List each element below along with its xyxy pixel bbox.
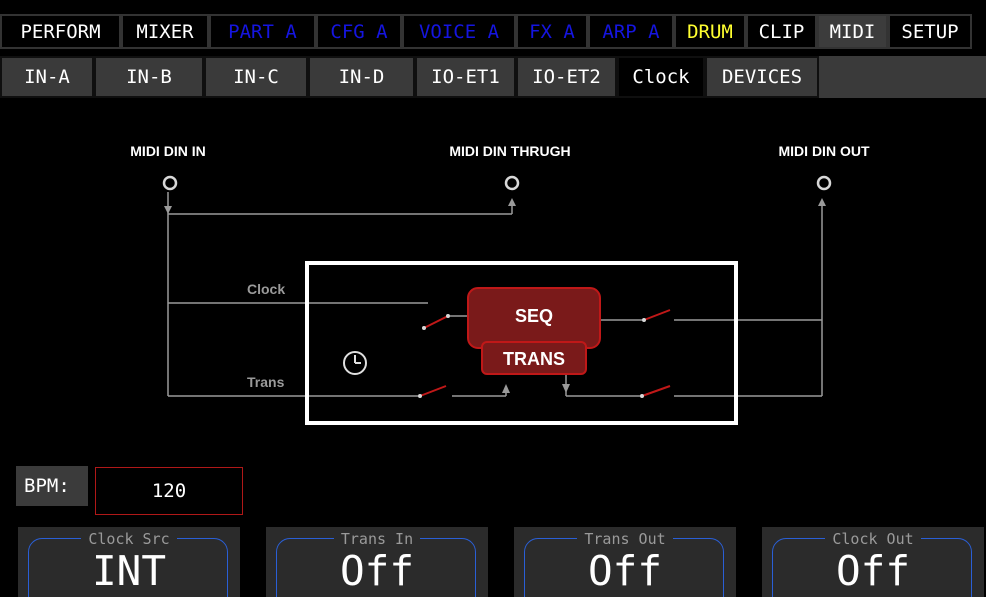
- sub-tab-bar-filler: [819, 56, 986, 98]
- tab-clock[interactable]: Clock: [617, 56, 705, 98]
- trans-path-label: Trans: [247, 374, 285, 390]
- tab-drum[interactable]: DRUM: [674, 14, 746, 49]
- midi-din-through-label: MIDI DIN THRUGH: [449, 143, 570, 159]
- tab-clip[interactable]: CLIP: [746, 14, 817, 49]
- tab-voice-a[interactable]: VOICE A: [402, 14, 516, 49]
- tab-fx-a[interactable]: FX A: [516, 14, 588, 49]
- tab-cfg-a[interactable]: CFG A: [316, 14, 402, 49]
- tab-in-d[interactable]: IN-D: [308, 56, 415, 98]
- midi-din-out-label: MIDI DIN OUT: [779, 143, 870, 159]
- clock-out-knob[interactable]: Clock Out Off: [762, 527, 984, 597]
- clock-src-knob[interactable]: Clock Src INT: [18, 527, 240, 597]
- tab-devices[interactable]: DEVICES: [705, 56, 819, 98]
- midi-routing-diagram: MIDI DIN IN MIDI DIN THRUGH MIDI DIN OUT: [130, 143, 870, 425]
- trans-out-knob[interactable]: Trans Out Off: [514, 527, 736, 597]
- bpm-field[interactable]: 120: [95, 467, 243, 515]
- midi-out-port-icon: [816, 175, 832, 191]
- bpm-label: BPM:: [16, 466, 88, 506]
- tab-in-c[interactable]: IN-C: [204, 56, 308, 98]
- tab-mixer[interactable]: MIXER: [121, 14, 209, 49]
- knob-value: Off: [339, 547, 415, 595]
- arrow-down-icon: [562, 384, 570, 393]
- tab-arp-a[interactable]: ARP A: [588, 14, 674, 49]
- tab-perform[interactable]: PERFORM: [0, 14, 121, 49]
- midi-through-port-icon: [504, 175, 520, 191]
- sub-tab-bar: IN-A IN-B IN-C IN-D IO-ET1 IO-ET2 Clock …: [0, 56, 986, 98]
- tab-midi[interactable]: MIDI: [817, 14, 888, 49]
- tab-io-et2[interactable]: IO-ET2: [516, 56, 617, 98]
- knob-value: Off: [587, 547, 663, 595]
- tab-io-et1[interactable]: IO-ET1: [415, 56, 516, 98]
- knob-value: Off: [835, 547, 911, 595]
- arrow-down-icon: [164, 206, 172, 214]
- knob-value: INT: [91, 547, 167, 595]
- tab-in-b[interactable]: IN-B: [94, 56, 204, 98]
- tab-setup[interactable]: SETUP: [888, 14, 972, 49]
- tab-in-a[interactable]: IN-A: [0, 56, 94, 98]
- clock-path-label: Clock: [247, 281, 285, 297]
- arrow-up-icon: [508, 198, 516, 206]
- tab-part-a[interactable]: PART A: [209, 14, 316, 49]
- midi-in-port-icon: [162, 175, 178, 191]
- trans-in-knob[interactable]: Trans In Off: [266, 527, 488, 597]
- arrow-up-icon: [502, 384, 510, 393]
- arrow-up-icon: [818, 198, 826, 206]
- clock-icon: [343, 351, 367, 375]
- trans-block-label: TRANS: [503, 349, 565, 369]
- midi-din-in-label: MIDI DIN IN: [130, 143, 205, 159]
- top-menu-bar: PERFORM MIXER PART A CFG A VOICE A FX A …: [0, 14, 972, 49]
- seq-label: SEQ: [515, 306, 553, 326]
